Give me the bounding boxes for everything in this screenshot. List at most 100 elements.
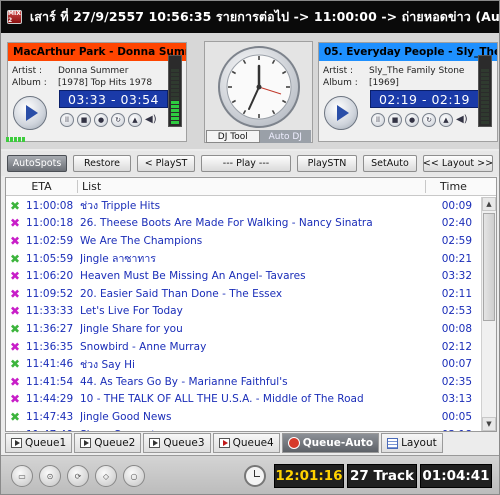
row-title: We Are The Champions	[80, 234, 203, 247]
table-row[interactable]: ✖11:47:49Sing - Carpenters03:18	[6, 426, 482, 431]
play-st-button[interactable]: < PlayST	[137, 155, 195, 172]
status-settings-button[interactable]: ○	[123, 465, 145, 487]
tab-queue1[interactable]: Queue1	[5, 433, 73, 453]
column-eta[interactable]: ETA	[6, 180, 78, 193]
stop-button[interactable]: ■	[77, 113, 91, 127]
table-row[interactable]: ✖ 11:44:29 10 - THE TALK OF ALL THE U.S.A.…	[6, 391, 482, 409]
scroll-up-icon[interactable]: ▲	[482, 197, 496, 211]
album-label: Album :	[323, 78, 358, 88]
row-title: 20. Easier Said Than Done - The Essex	[80, 287, 283, 300]
tab-dj-tool[interactable]: DJ Tool	[206, 130, 260, 143]
set-auto-button[interactable]: SetAuto	[363, 155, 417, 172]
table-row[interactable]: ✖ 11:41:54 44. As Tears Go By - Marianne F…	[6, 373, 482, 391]
playlist-header: ETA List Time	[6, 178, 496, 196]
queue-playing-icon	[218, 438, 230, 448]
table-row[interactable]: ✖ 11:05:59 Jingle ลาซาทาร 00:21	[6, 250, 482, 268]
tab-queue2[interactable]: Queue2	[74, 433, 142, 453]
row-title: 10 - THE TALK OF ALL THE U.S.A. - Middle…	[80, 393, 364, 406]
volume-icon[interactable]: ◀)	[145, 113, 157, 127]
row-title: Jingle ลาซาทาร	[80, 253, 156, 266]
row-eta: 11:06:20	[26, 270, 74, 283]
row-duration: 02:35	[441, 375, 472, 388]
row-title: Jingle Good News	[80, 410, 172, 423]
tab-layout[interactable]: Layout	[381, 433, 443, 453]
tab-queue-auto[interactable]: Queue-Auto	[281, 433, 380, 453]
deck-right-title: 05. Everyday People - Sly_The	[319, 43, 497, 61]
artist-label: Artist :	[323, 66, 353, 76]
restore-button[interactable]: Restore	[73, 155, 131, 172]
deck-left-level-meter	[168, 55, 182, 127]
song-icon: ✖	[10, 429, 24, 431]
table-row[interactable]: ✖ 11:09:52 20. Easier Said Than Done - The…	[6, 285, 482, 303]
tab-queue3[interactable]: Queue3	[143, 433, 211, 453]
table-row[interactable]: ✖ 11:33:33 Let's Live For Today 02:53	[6, 303, 482, 321]
row-title: ช่วง Say Hi	[80, 358, 135, 371]
row-eta: 11:44:29	[26, 393, 74, 406]
clock-tabs: DJ Tool Auto DJ	[206, 130, 311, 143]
row-title: Let's Live For Today	[80, 305, 183, 318]
play-button[interactable]: --- Play ---	[201, 155, 291, 172]
row-duration: 02:53	[441, 305, 472, 318]
volume-icon[interactable]: ◀)	[456, 113, 468, 127]
row-eta: 11:02:59	[26, 234, 74, 247]
clock-icon	[244, 465, 266, 487]
queue-icon	[149, 438, 161, 448]
deck-left-artist: Donna Summer	[58, 66, 129, 76]
deck-left-time-display: 03:33 - 03:54	[59, 90, 168, 108]
deck-right-time-display: 02:19 - 02:19	[370, 90, 479, 108]
tab-queue4[interactable]: Queue4	[212, 433, 280, 453]
table-row[interactable]: ✖ 11:36:35 Snowbird - Anne Murray 02:12	[6, 338, 482, 356]
row-eta: 11:41:54	[26, 375, 74, 388]
eject-button[interactable]: ▲	[128, 113, 142, 127]
status-shuffle-button[interactable]: ◇	[95, 465, 117, 487]
row-eta: 11:33:33	[26, 305, 74, 318]
app-logo-icon[interactable]: MIX 2	[7, 10, 22, 24]
pause-button[interactable]: ll	[371, 113, 385, 127]
row-title: Heaven Must Be Missing An Angel- Tavares	[80, 270, 306, 283]
repeat-button[interactable]: ↻	[111, 113, 125, 127]
row-duration: 00:07	[441, 358, 472, 371]
cue-button[interactable]: ●	[405, 113, 419, 127]
row-eta: 11:36:27	[26, 322, 74, 335]
row-title: ช่วง Tripple Hits	[80, 200, 161, 213]
row-title: Sing - Carpenters	[80, 429, 432, 431]
app-window: MIX 2 เสาร์ ที่ 27/9/2557 10:56:35 รายกา…	[0, 0, 500, 495]
spot-icon: ✖	[10, 198, 21, 213]
column-time[interactable]: Time	[426, 180, 481, 193]
play-stn-button[interactable]: PlaySTN	[297, 155, 357, 172]
row-duration: 03:13	[441, 393, 472, 406]
autospots-button[interactable]: AutoSpots	[7, 155, 67, 172]
table-row[interactable]: ✖ 11:00:08 ช่วง Tripple Hits 00:09	[6, 197, 482, 215]
table-row[interactable]: ✖ 11:00:18 26. Theese Boots Are Made For W…	[6, 215, 482, 233]
table-row[interactable]: ✖ 11:41:46 ช่วง Say Hi 00:07	[6, 355, 482, 373]
status-minus-button[interactable]: ▭	[11, 465, 33, 487]
tab-label: Layout	[401, 437, 437, 449]
stop-button[interactable]: ■	[388, 113, 402, 127]
scroll-thumb[interactable]	[483, 213, 495, 321]
deck-left-play-button[interactable]	[13, 96, 47, 130]
deck-right-album: [1969]	[369, 78, 399, 88]
status-loop-button[interactable]: ⟳	[67, 465, 89, 487]
tab-auto-dj[interactable]: Auto DJ	[259, 130, 311, 143]
queue-icon	[11, 438, 22, 448]
scroll-down-icon[interactable]: ▼	[482, 417, 496, 431]
playlist: ETA List Time ✖ 11:00:08 ช่วง Tripple Hits…	[5, 177, 497, 432]
table-row[interactable]: ✖ 11:02:59 We Are The Champions 02:59	[6, 232, 482, 250]
repeat-button[interactable]: ↻	[422, 113, 436, 127]
pause-button[interactable]: ll	[60, 113, 74, 127]
layout-toggle-button[interactable]: << Layout >>	[423, 155, 493, 172]
cue-button[interactable]: ●	[94, 113, 108, 127]
table-row[interactable]: ✖ 11:06:20 Heaven Must Be Missing An Angel…	[6, 267, 482, 285]
window-title: เสาร์ ที่ 27/9/2557 10:56:35 รายการต่อไป…	[29, 9, 500, 24]
playlist-scrollbar[interactable]: ▲ ▼	[481, 197, 496, 431]
status-record-button[interactable]: ⊙	[39, 465, 61, 487]
row-eta: 11:47:43	[26, 410, 74, 423]
eject-button[interactable]: ▲	[439, 113, 453, 127]
row-eta: 11:00:08	[26, 199, 74, 212]
column-list[interactable]: List	[78, 180, 426, 193]
row-duration: 03:32	[441, 270, 472, 283]
table-row[interactable]: ✖ 11:36:27 Jingle Share for you 00:08	[6, 320, 482, 338]
row-eta: 11:36:35	[26, 340, 74, 353]
table-row[interactable]: ✖ 11:47:43 Jingle Good News 00:05	[6, 408, 482, 426]
deck-right-play-button[interactable]	[324, 96, 358, 130]
